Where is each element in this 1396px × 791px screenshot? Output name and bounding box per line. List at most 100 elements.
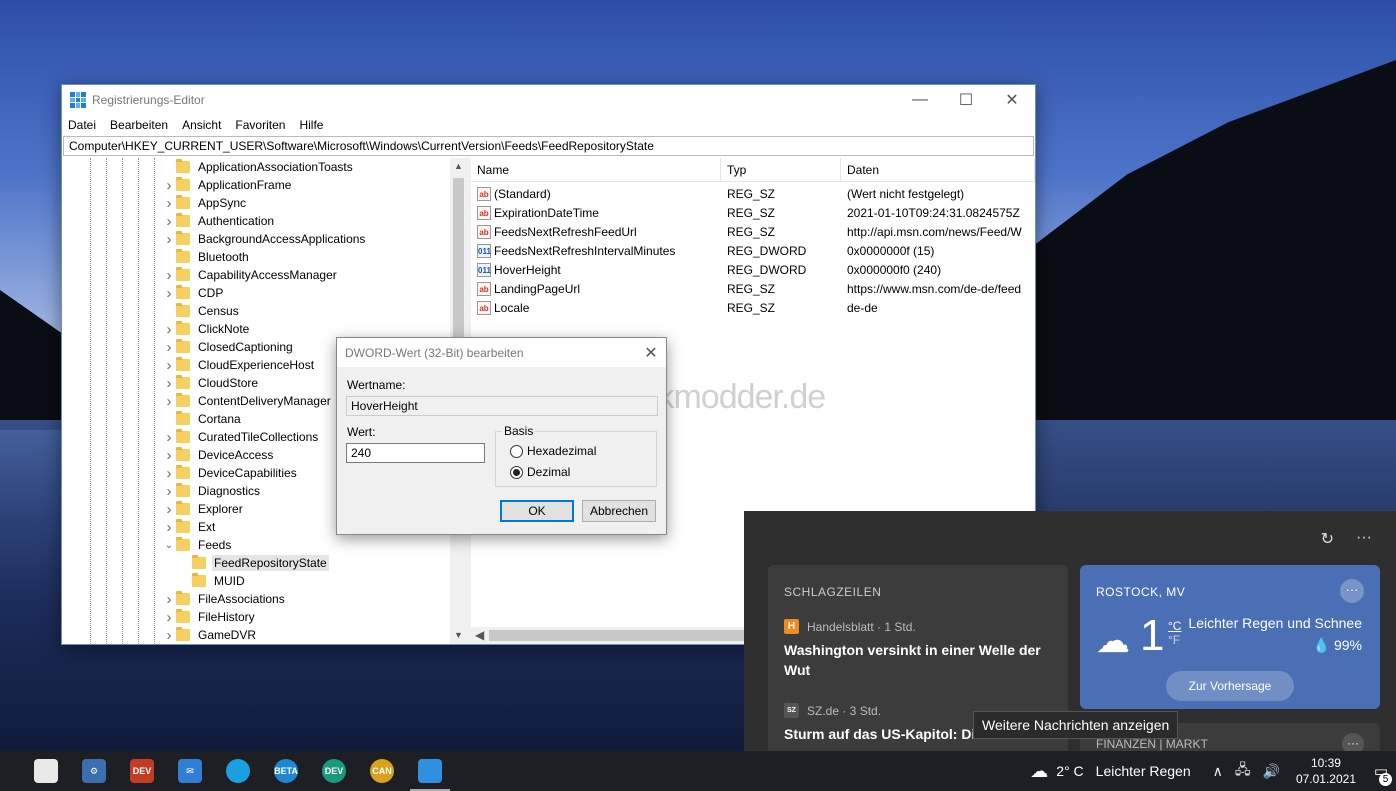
chevron-right-icon[interactable]: › — [162, 231, 176, 248]
cancel-button[interactable]: Abbrechen — [582, 500, 656, 522]
dev-app-taskbar-button[interactable]: DEV — [118, 751, 166, 791]
weather-card[interactable]: ROSTOCK, MV ··· ☁ 1 °C °F Leichter Regen … — [1080, 565, 1380, 709]
tree-item[interactable]: › FileHistory — [162, 608, 450, 626]
hexadecimal-radio[interactable]: Hexadezimal — [510, 444, 596, 458]
close-button[interactable]: ✕ — [989, 85, 1035, 115]
chevron-right-icon[interactable]: › — [162, 321, 176, 338]
value-row[interactable]: ab ExpirationDateTime REG_SZ 2021-01-10T09:… — [471, 203, 1035, 222]
chevron-right-icon[interactable]: › — [162, 267, 176, 284]
column-header-data[interactable]: Daten — [841, 158, 1035, 181]
value-data-input[interactable]: 240 — [346, 443, 485, 463]
menu-datei[interactable]: Datei — [68, 118, 96, 132]
chevron-right-icon[interactable]: › — [162, 519, 176, 536]
tree-item[interactable]: › BackgroundAccessApplications — [162, 230, 450, 248]
value-row[interactable]: 011 FeedsNextRefreshIntervalMinutes REG_DW… — [471, 241, 1035, 260]
scroll-up-icon[interactable]: ▲ — [450, 158, 467, 175]
chevron-up-icon[interactable]: ∧ — [1213, 763, 1223, 780]
chevron-right-icon[interactable]: › — [162, 339, 176, 356]
value-row[interactable]: ab Locale REG_SZ de-de — [471, 298, 1035, 317]
tree-item[interactable]: › GameDVR — [162, 626, 450, 644]
edge-dev-taskbar-button[interactable]: DEV — [310, 751, 358, 791]
chevron-right-icon[interactable]: › — [162, 609, 176, 626]
chevron-right-icon[interactable]: › — [162, 195, 176, 212]
column-header-name[interactable]: Name — [471, 158, 721, 181]
hscroll-thumb[interactable] — [489, 630, 749, 641]
menu-ansicht[interactable]: Ansicht — [182, 118, 221, 132]
story1-headline[interactable]: Washington versinkt in einer Welle der W… — [784, 640, 1052, 680]
address-bar[interactable]: Computer\HKEY_CURRENT_USER\Software\Micr… — [63, 136, 1034, 156]
value-row[interactable]: ab LandingPageUrl REG_SZ https://www.msn.co… — [471, 279, 1035, 298]
chevron-down-icon[interactable]: ⌄ — [162, 540, 176, 551]
clock[interactable]: 10:39 07.01.2021 — [1296, 755, 1356, 787]
tree-item-label: Authentication — [198, 214, 275, 228]
ok-button[interactable]: OK — [500, 500, 574, 522]
minimize-button[interactable]: — — [897, 85, 943, 115]
network-icon[interactable]: 🖧 — [1235, 759, 1251, 783]
tree-item[interactable]: › ApplicationFrame — [162, 176, 450, 194]
tree-item[interactable]: Bluetooth — [162, 248, 450, 266]
column-header-type[interactable]: Typ — [721, 158, 841, 181]
folder-icon — [176, 159, 190, 173]
volume-icon[interactable]: 🔊 — [1263, 763, 1280, 780]
chevron-right-icon[interactable]: › — [162, 375, 176, 392]
title-bar[interactable]: Registrierungs-Editor — ☐ ✕ — [62, 85, 1035, 115]
store-taskbar-button[interactable] — [22, 751, 70, 791]
tree-item[interactable]: ⌄ Feeds — [162, 536, 450, 554]
chevron-right-icon[interactable]: › — [162, 213, 176, 230]
menu-hilfe[interactable]: Hilfe — [299, 118, 323, 132]
dialog-title-bar[interactable]: DWORD-Wert (32-Bit) bearbeiten ✕ — [337, 338, 666, 367]
finance-more-icon[interactable]: ··· — [1342, 733, 1364, 751]
chevron-right-icon[interactable]: › — [162, 177, 176, 194]
tree-item[interactable]: › FileAssociations — [162, 590, 450, 608]
tree-item[interactable]: › Authentication — [162, 212, 450, 230]
tree-item-label: ClickNote — [198, 322, 250, 336]
value-name-field[interactable]: HoverHeight — [346, 396, 658, 416]
value-row[interactable]: 011 HoverHeight REG_DWORD 0x000000f0 (240) — [471, 260, 1035, 279]
edge-beta-taskbar-button[interactable]: BETA — [262, 751, 310, 791]
temperature-unit[interactable]: °C °F — [1168, 619, 1181, 647]
tree-item[interactable]: ApplicationAssociationToasts — [162, 158, 450, 176]
weather-more-icon[interactable]: ··· — [1340, 579, 1364, 603]
menu-favoriten[interactable]: Favoriten — [235, 118, 285, 132]
chevron-right-icon[interactable]: › — [162, 627, 176, 644]
chevron-right-icon[interactable]: › — [162, 501, 176, 518]
tree-item[interactable]: › CDP — [162, 284, 450, 302]
decimal-radio[interactable]: Dezimal — [510, 465, 570, 479]
value-type: REG_SZ — [727, 224, 776, 239]
scroll-down-icon[interactable]: ▼ — [450, 627, 467, 644]
chevron-right-icon[interactable]: › — [162, 357, 176, 374]
tree-item[interactable]: › CapabilityAccessManager — [162, 266, 450, 284]
more-options-icon[interactable]: ··· — [1356, 529, 1372, 549]
chevron-right-icon[interactable]: › — [162, 591, 176, 608]
value-row[interactable]: ab FeedsNextRefreshFeedUrl REG_SZ http://ap… — [471, 222, 1035, 241]
scroll-thumb[interactable] — [453, 178, 464, 338]
scroll-left-icon[interactable]: ◀ — [475, 627, 484, 644]
tree-item[interactable]: Census — [162, 302, 450, 320]
chevron-right-icon[interactable]: › — [162, 483, 176, 500]
edge-taskbar-button[interactable] — [214, 751, 262, 791]
chevron-right-icon[interactable]: › — [162, 447, 176, 464]
forecast-button[interactable]: Zur Vorhersage — [1166, 671, 1294, 701]
mail-taskbar-button[interactable]: ✉ — [166, 751, 214, 791]
value-row[interactable]: ab (Standard) REG_SZ (Wert nicht festgelegt… — [471, 184, 1035, 203]
settings-taskbar-button[interactable]: ⚙ — [70, 751, 118, 791]
tree-item[interactable]: › AppSync — [162, 194, 450, 212]
chevron-right-icon[interactable]: › — [162, 465, 176, 482]
refresh-icon[interactable]: ↻ — [1321, 529, 1334, 549]
dialog-close-icon[interactable]: ✕ — [636, 343, 666, 363]
folder-icon — [176, 195, 190, 209]
tree-item[interactable]: MUID — [162, 572, 450, 590]
maximize-button[interactable]: ☐ — [943, 85, 989, 115]
menu-bearbeiten[interactable]: Bearbeiten — [110, 118, 168, 132]
chevron-right-icon[interactable]: › — [162, 429, 176, 446]
tree-item[interactable]: › ClickNote — [162, 320, 450, 338]
chevron-right-icon[interactable]: › — [162, 393, 176, 410]
chevron-right-icon[interactable]: › — [162, 285, 176, 302]
notification-center-icon[interactable]: ▭ 5 — [1366, 762, 1396, 786]
regedit-taskbar-button[interactable] — [406, 751, 454, 791]
tree-item-label: ClosedCaptioning — [198, 340, 293, 354]
taskbar-weather[interactable]: ☁ 2° C Leichter Regen — [1030, 761, 1190, 782]
tree-item[interactable]: FeedRepositoryState — [162, 554, 450, 572]
edge-canary-taskbar-button[interactable]: CAN — [358, 751, 406, 791]
folder-icon — [192, 555, 206, 569]
